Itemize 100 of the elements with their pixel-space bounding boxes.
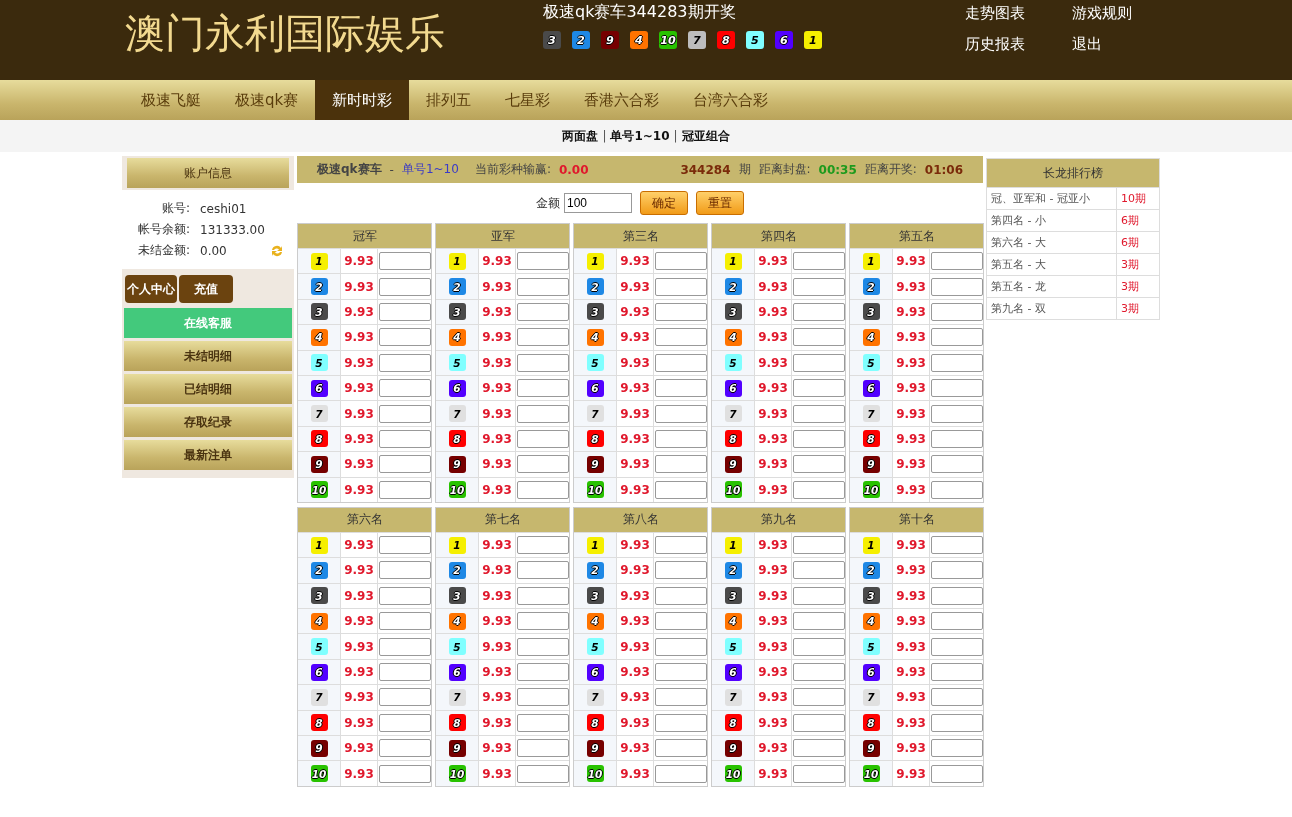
nav-tab[interactable]: 极速飞艇 xyxy=(124,80,218,120)
bet-input[interactable] xyxy=(378,480,431,499)
bet-input[interactable] xyxy=(792,353,845,372)
bet-input[interactable] xyxy=(654,713,707,732)
bet-input[interactable] xyxy=(516,637,569,656)
sidebar-menu-item[interactable]: 最新注单 xyxy=(124,440,292,470)
nav-tab[interactable]: 台湾六合彩 xyxy=(676,80,786,120)
reset-button[interactable]: 重置 xyxy=(696,191,744,215)
bet-input[interactable] xyxy=(930,688,983,707)
bet-input[interactable] xyxy=(930,277,983,296)
bet-input[interactable] xyxy=(378,586,431,605)
bet-input[interactable] xyxy=(516,302,569,321)
header-link[interactable]: 走势图表 xyxy=(965,4,1030,23)
header-link[interactable]: 游戏规则 xyxy=(1072,4,1137,23)
bet-input[interactable] xyxy=(516,429,569,448)
bet-input[interactable] xyxy=(378,536,431,555)
bet-input[interactable] xyxy=(654,536,707,555)
bet-input[interactable] xyxy=(930,713,983,732)
bet-input[interactable] xyxy=(930,561,983,580)
bet-input[interactable] xyxy=(378,302,431,321)
sidebar-menu-item[interactable]: 已结明细 xyxy=(124,374,292,404)
bet-input[interactable] xyxy=(792,252,845,271)
nav-tab[interactable]: 香港六合彩 xyxy=(567,80,677,120)
bet-input[interactable] xyxy=(792,328,845,347)
bet-input[interactable] xyxy=(930,353,983,372)
bet-input[interactable] xyxy=(378,663,431,682)
bet-input[interactable] xyxy=(930,379,983,398)
bet-input[interactable] xyxy=(654,429,707,448)
bet-input[interactable] xyxy=(516,480,569,499)
sub-tab[interactable]: 单号1~10 xyxy=(610,127,670,145)
bet-input[interactable] xyxy=(654,637,707,656)
bet-input[interactable] xyxy=(516,561,569,580)
bet-input[interactable] xyxy=(654,612,707,631)
bet-input[interactable] xyxy=(654,663,707,682)
bet-input[interactable] xyxy=(792,480,845,499)
bet-input[interactable] xyxy=(378,404,431,423)
bet-input[interactable] xyxy=(930,404,983,423)
confirm-button[interactable]: 确定 xyxy=(640,191,688,215)
bet-input[interactable] xyxy=(654,404,707,423)
refresh-icon[interactable] xyxy=(270,243,284,258)
nav-tab[interactable]: 七星彩 xyxy=(488,80,568,120)
bet-input[interactable] xyxy=(378,637,431,656)
bet-input[interactable] xyxy=(516,328,569,347)
bet-input[interactable] xyxy=(654,302,707,321)
sidebar-menu-item[interactable]: 存取纪录 xyxy=(124,407,292,437)
bet-input[interactable] xyxy=(792,429,845,448)
bet-input[interactable] xyxy=(654,379,707,398)
bet-input[interactable] xyxy=(792,739,845,758)
bet-input[interactable] xyxy=(654,328,707,347)
sub-tab[interactable]: 两面盘 xyxy=(562,127,599,145)
bet-input[interactable] xyxy=(378,612,431,631)
bet-input[interactable] xyxy=(516,586,569,605)
bet-input[interactable] xyxy=(378,688,431,707)
bet-input[interactable] xyxy=(516,713,569,732)
bet-input[interactable] xyxy=(516,379,569,398)
bet-input[interactable] xyxy=(654,455,707,474)
bet-input[interactable] xyxy=(792,637,845,656)
bet-input[interactable] xyxy=(792,713,845,732)
bet-input[interactable] xyxy=(516,688,569,707)
bet-input[interactable] xyxy=(792,764,845,783)
bet-input[interactable] xyxy=(378,353,431,372)
bet-input[interactable] xyxy=(378,277,431,296)
bet-input[interactable] xyxy=(654,277,707,296)
bet-input[interactable] xyxy=(378,429,431,448)
bet-input[interactable] xyxy=(930,480,983,499)
bet-input[interactable] xyxy=(654,561,707,580)
sub-tab[interactable]: 冠亚组合 xyxy=(681,127,730,145)
bet-input[interactable] xyxy=(930,612,983,631)
bet-input[interactable] xyxy=(378,455,431,474)
nav-tab[interactable]: 极速qk赛 xyxy=(218,80,316,120)
sidebar-button[interactable]: 充值 xyxy=(179,275,233,303)
bet-input[interactable] xyxy=(516,455,569,474)
amount-input[interactable]: 100 xyxy=(564,193,632,213)
bet-input[interactable] xyxy=(930,739,983,758)
sidebar-button[interactable]: 个人中心 xyxy=(125,275,177,303)
bet-input[interactable] xyxy=(654,252,707,271)
bet-input[interactable] xyxy=(378,764,431,783)
bet-input[interactable] xyxy=(930,302,983,321)
bet-input[interactable] xyxy=(654,586,707,605)
bet-input[interactable] xyxy=(516,404,569,423)
header-link[interactable]: 退出 xyxy=(1072,35,1137,54)
header-link[interactable]: 历史报表 xyxy=(965,35,1030,54)
bet-input[interactable] xyxy=(930,586,983,605)
bet-input[interactable] xyxy=(378,713,431,732)
bet-input[interactable] xyxy=(516,764,569,783)
nav-tab[interactable]: 新时时彩 xyxy=(315,80,410,120)
bet-input[interactable] xyxy=(378,379,431,398)
bet-input[interactable] xyxy=(792,688,845,707)
bet-input[interactable] xyxy=(792,586,845,605)
bet-input[interactable] xyxy=(516,739,569,758)
bet-input[interactable] xyxy=(792,302,845,321)
bet-input[interactable] xyxy=(516,663,569,682)
bet-input[interactable] xyxy=(792,455,845,474)
bet-input[interactable] xyxy=(516,612,569,631)
nav-tab[interactable]: 排列五 xyxy=(409,80,489,120)
bet-input[interactable] xyxy=(930,252,983,271)
bet-input[interactable] xyxy=(654,739,707,758)
bet-input[interactable] xyxy=(516,353,569,372)
bet-input[interactable] xyxy=(378,252,431,271)
bet-input[interactable] xyxy=(930,663,983,682)
